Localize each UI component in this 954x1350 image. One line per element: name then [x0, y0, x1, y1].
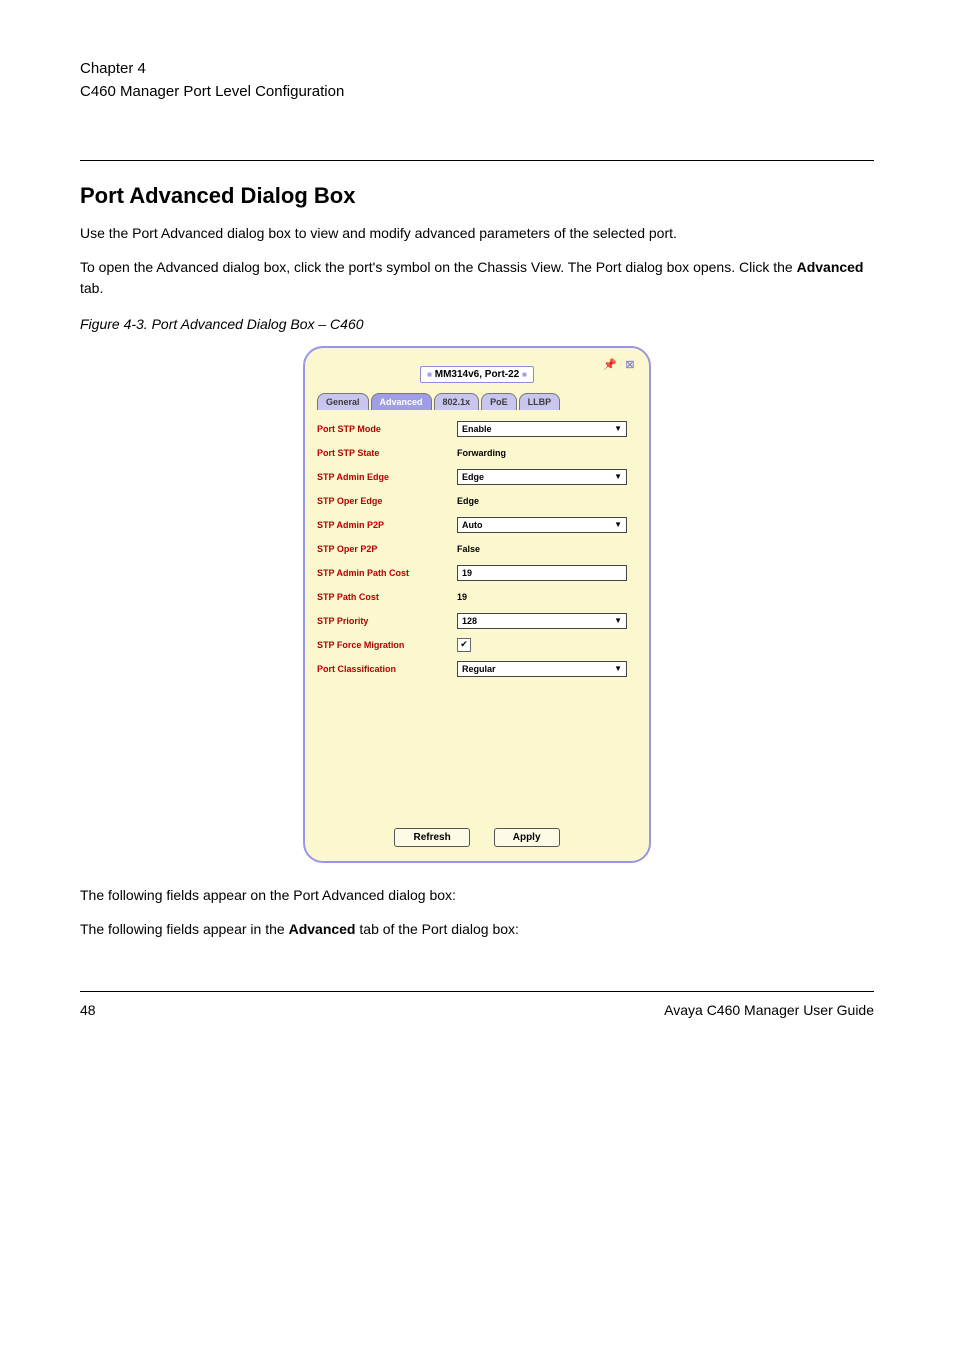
label-stp-oper-edge: STP Oper Edge	[317, 496, 457, 506]
page-header: Chapter 4 C460 Manager Port Level Config…	[80, 60, 874, 161]
tab-strip: General Advanced 802.1x PoE LLBP	[317, 393, 637, 410]
chapter-title: C460 Manager Port Level Configuration	[80, 83, 344, 100]
label-stp-admin-edge: STP Admin Edge	[317, 472, 457, 482]
tab-8021x[interactable]: 802.1x	[434, 393, 480, 410]
tab-advanced[interactable]: Advanced	[371, 393, 432, 410]
label-port-stp-state: Port STP State	[317, 448, 457, 458]
refresh-button[interactable]: Refresh	[394, 828, 469, 847]
apply-button[interactable]: Apply	[494, 828, 560, 847]
select-stp-admin-p2p[interactable]: Auto▼	[457, 517, 627, 533]
tab-general[interactable]: General	[317, 393, 369, 410]
dialog-title: ■ MM314v6, Port-22 ■	[420, 366, 534, 383]
value-stp-path-cost: 19	[457, 592, 467, 602]
input-stp-admin-path-cost[interactable]	[457, 565, 627, 581]
checkbox-stp-force-migration[interactable]: ✔	[457, 638, 471, 652]
dialog-window: 📌 ⊠ ■ MM314v6, Port-22 ■ General Advance…	[303, 346, 651, 863]
chevron-down-icon: ▼	[614, 472, 622, 481]
figure-caption: Figure 4-3. Port Advanced Dialog Box – C…	[80, 316, 874, 332]
chevron-down-icon: ▼	[614, 424, 622, 433]
select-port-stp-mode[interactable]: Enable▼	[457, 421, 627, 437]
label-stp-admin-p2p: STP Admin P2P	[317, 520, 457, 530]
chevron-down-icon: ▼	[614, 616, 622, 625]
page-footer: 48 Avaya C460 Manager User Guide	[80, 991, 874, 1018]
footer-doc-title: Avaya C460 Manager User Guide	[664, 1002, 874, 1018]
figure-image: 📌 ⊠ ■ MM314v6, Port-22 ■ General Advance…	[80, 346, 874, 863]
value-stp-oper-edge: Edge	[457, 496, 479, 506]
tab-llbp[interactable]: LLBP	[519, 393, 561, 410]
post-figure-para-2: The following fields appear in the Advan…	[80, 919, 874, 939]
label-stp-oper-p2p: STP Oper P2P	[317, 544, 457, 554]
chevron-down-icon: ▼	[614, 664, 622, 673]
value-port-stp-state: Forwarding	[457, 448, 506, 458]
section-title: Port Advanced Dialog Box	[80, 183, 874, 209]
section-open-instructions: To open the Advanced dialog box, click t…	[80, 257, 874, 298]
select-stp-admin-edge[interactable]: Edge▼	[457, 469, 627, 485]
close-icon[interactable]: ⊠	[623, 358, 637, 372]
label-stp-priority: STP Priority	[317, 616, 457, 626]
select-port-classification[interactable]: Regular▼	[457, 661, 627, 677]
label-stp-admin-path-cost: STP Admin Path Cost	[317, 568, 457, 578]
post-figure-para-1: The following fields appear on the Port …	[80, 885, 874, 905]
tab-poe[interactable]: PoE	[481, 393, 517, 410]
label-stp-force-migration: STP Force Migration	[317, 640, 457, 650]
select-stp-priority[interactable]: 128▼	[457, 613, 627, 629]
label-stp-path-cost: STP Path Cost	[317, 592, 457, 602]
chapter-ref: Chapter 4	[80, 60, 146, 77]
pin-icon[interactable]: 📌	[603, 358, 617, 372]
section-intro: Use the Port Advanced dialog box to view…	[80, 223, 874, 243]
label-port-stp-mode: Port STP Mode	[317, 424, 457, 434]
page-number: 48	[80, 1002, 96, 1018]
chevron-down-icon: ▼	[614, 520, 622, 529]
value-stp-oper-p2p: False	[457, 544, 480, 554]
label-port-classification: Port Classification	[317, 664, 457, 674]
